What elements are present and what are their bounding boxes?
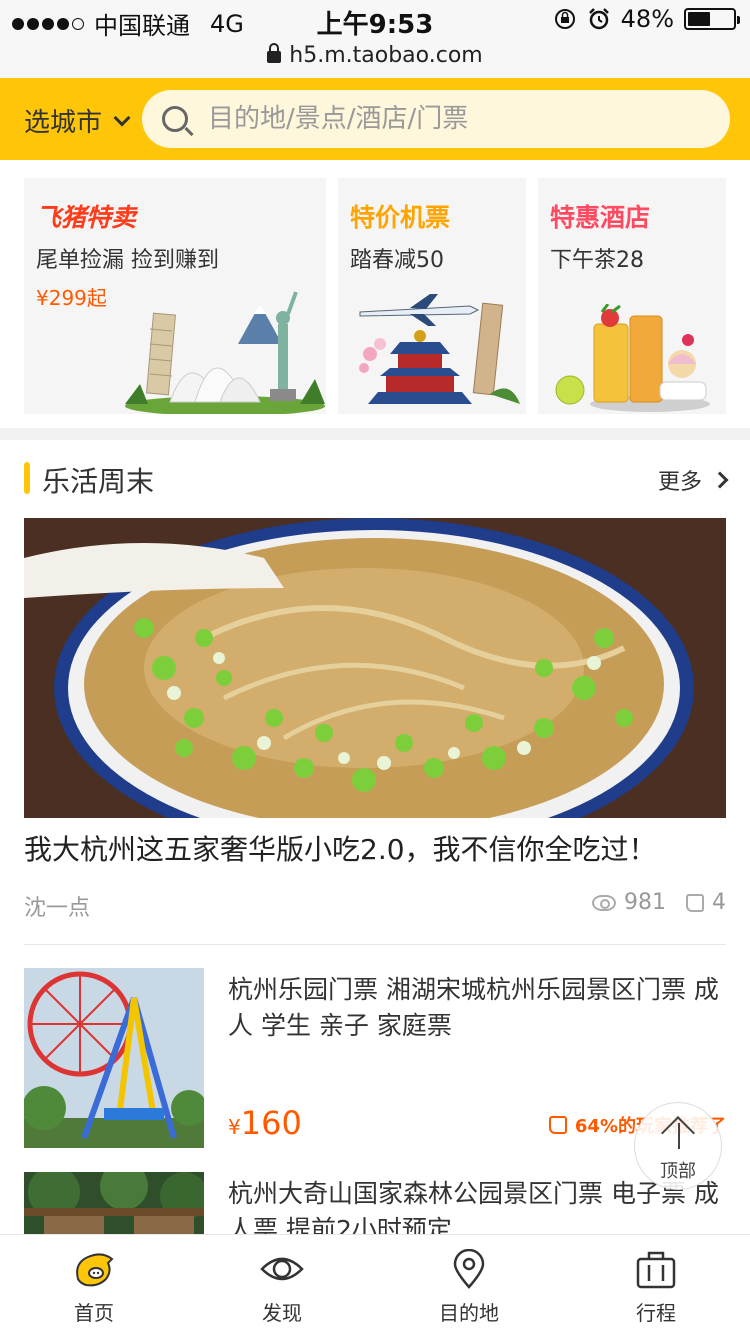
article-stats: 981 4 [592, 890, 726, 915]
tab-label: 发现 [262, 1301, 302, 1325]
product-image-amusement-park[interactable] [24, 968, 204, 1148]
url-text: h5.m.taobao.com [289, 43, 483, 68]
promo-card-cheap-flights[interactable]: 特价机票 踏春减50 [338, 178, 526, 414]
header: 选城市 [0, 78, 750, 160]
promo-title: 特价机票 [350, 203, 451, 232]
product-price: ¥160 [228, 1104, 302, 1142]
ferris-wheel-photo [24, 968, 204, 1148]
tab-label: 首页 [74, 1301, 114, 1325]
battery-percent: 48% [620, 5, 674, 33]
article-author: 沈一点 [24, 896, 91, 921]
promo-subtitle: 尾单捡漏 捡到赚到 [36, 248, 219, 273]
promo-card-flash-sale[interactable]: 飞猪特卖 尾单捡漏 捡到赚到 ¥299起 [24, 178, 326, 414]
airplane-temple-image [359, 294, 520, 404]
promo-title: 特惠酒店 [550, 203, 651, 232]
more-link[interactable]: 更多 [657, 464, 729, 496]
more-label: 更多 [657, 470, 702, 495]
search-icon [162, 106, 188, 132]
search-input[interactable] [208, 104, 688, 134]
tab-label: 目的地 [439, 1301, 499, 1325]
url-bar[interactable]: h5.m.taobao.com [0, 40, 750, 78]
status-right: 48% [553, 5, 740, 33]
thumbs-up-icon [548, 1116, 567, 1134]
like-count: 4 [712, 890, 726, 915]
tab-itinerary[interactable]: 行程 [596, 1235, 716, 1334]
product-title[interactable]: 杭州大奇山国家森林公园景区门票 电子票 成人票 提前2小时预定 [228, 1176, 726, 1234]
promo-subtitle: 下午茶28 [550, 248, 644, 273]
eye-discover-icon [260, 1257, 304, 1281]
chevron-right-icon [711, 471, 729, 489]
price-value: 160 [240, 1104, 302, 1142]
city-selector-label: 选城市 [24, 108, 103, 138]
lock-icon [267, 43, 282, 63]
currency-symbol: ¥ [228, 1115, 241, 1139]
alarm-icon [588, 8, 609, 30]
tab-label: 行程 [636, 1301, 676, 1325]
feature-article-image[interactable] [24, 518, 726, 818]
promo-title: 飞猪特卖 [36, 203, 137, 232]
noodle-soup-photo [24, 518, 726, 818]
world-landmarks-image [125, 291, 325, 414]
status-bar: 中国联通 4G 上午9:53 48% [0, 0, 750, 40]
arrow-up-stem [678, 1123, 680, 1149]
rotation-lock-icon [554, 9, 575, 29]
pig-home-icon [76, 1253, 114, 1287]
battery-icon [684, 8, 740, 30]
bottom-tab-bar: 首页 发现 目的地 行程 [0, 1234, 750, 1334]
product-title[interactable]: 杭州乐园门票 湘湖宋城杭州乐园景区门票 成人 学生 亲子 家庭票 [228, 972, 726, 1044]
tab-destination[interactable]: 目的地 [409, 1235, 529, 1334]
tab-discover[interactable]: 发现 [222, 1235, 342, 1334]
product-image-forest-park[interactable] [24, 1172, 204, 1234]
view-count-icon [592, 894, 616, 911]
back-to-top-label: 顶部 [660, 1161, 696, 1182]
section-title: 乐活周末 [42, 465, 155, 498]
promo-price: ¥299起 [36, 286, 107, 310]
city-selector[interactable]: 选城市 [24, 102, 131, 139]
like-icon [686, 893, 704, 912]
feature-article-title[interactable]: 我大杭州这五家奢华版小吃2.0，我不信你全吃过！ [24, 828, 657, 868]
promo-card-hotel-deals[interactable]: 特惠酒店 下午茶28 [538, 178, 726, 414]
section-accent-bar [24, 462, 30, 494]
location-pin-icon [453, 1249, 485, 1289]
chevron-down-icon [113, 109, 131, 126]
promo-subtitle: 踏春减50 [350, 248, 444, 273]
suitcase-icon [636, 1251, 676, 1289]
section-separator [0, 428, 750, 440]
forest-park-photo [24, 1172, 204, 1234]
tab-home[interactable]: 首页 [34, 1235, 154, 1334]
afternoon-tea-image [555, 304, 710, 412]
divider [24, 944, 726, 945]
search-box[interactable] [142, 90, 730, 148]
back-to-top-button[interactable]: 顶部 [634, 1102, 722, 1190]
view-count: 981 [624, 890, 666, 915]
